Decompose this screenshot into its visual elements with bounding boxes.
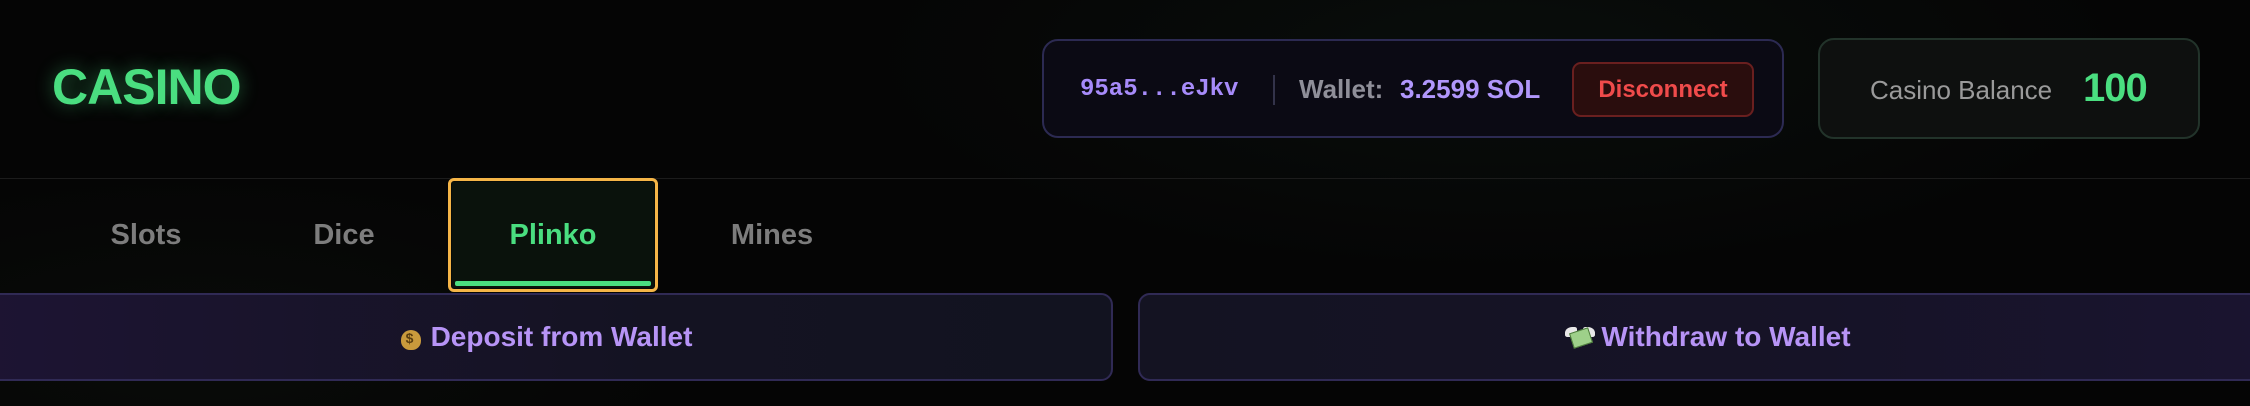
disconnect-button[interactable]: Disconnect bbox=[1572, 62, 1754, 117]
header: CASINO 95a5...eJkv Wallet: 3.2599 SOL Di… bbox=[0, 0, 2250, 179]
active-tab-indicator bbox=[455, 281, 651, 286]
game-tabs: Slots Dice Plinko Mines bbox=[0, 178, 2250, 292]
wallet-sol-balance: 3.2599 SOL bbox=[1400, 74, 1541, 104]
wallet-address: 95a5...eJkv bbox=[1080, 76, 1239, 103]
casino-logo: CASINO bbox=[52, 59, 241, 115]
deposit-label: Deposit from Wallet bbox=[430, 321, 693, 352]
withdraw-to-wallet-button[interactable]: Withdraw to Wallet bbox=[1138, 293, 2250, 381]
casino-balance-value: 100 bbox=[2083, 66, 2148, 110]
withdraw-label: Withdraw to Wallet bbox=[1601, 321, 1851, 352]
money-bag-icon bbox=[400, 324, 421, 350]
wallet-panel: 95a5...eJkv Wallet: 3.2599 SOL Disconnec… bbox=[1042, 39, 1784, 138]
wallet-divider bbox=[1273, 75, 1275, 105]
tab-plinko[interactable]: Plinko bbox=[448, 178, 658, 292]
tab-dice[interactable]: Dice bbox=[294, 178, 394, 292]
casino-balance-label: Casino Balance bbox=[1870, 75, 2053, 105]
casino-balance-panel: Casino Balance 100 bbox=[1818, 38, 2200, 139]
money-with-wings-icon bbox=[1565, 325, 1596, 349]
tab-mines[interactable]: Mines bbox=[702, 178, 842, 292]
wallet-label: Wallet: bbox=[1299, 74, 1384, 104]
tab-plinko-label: Plinko bbox=[509, 218, 597, 251]
deposit-from-wallet-button[interactable]: Deposit from Wallet bbox=[0, 293, 1113, 381]
tab-slots[interactable]: Slots bbox=[88, 178, 204, 292]
